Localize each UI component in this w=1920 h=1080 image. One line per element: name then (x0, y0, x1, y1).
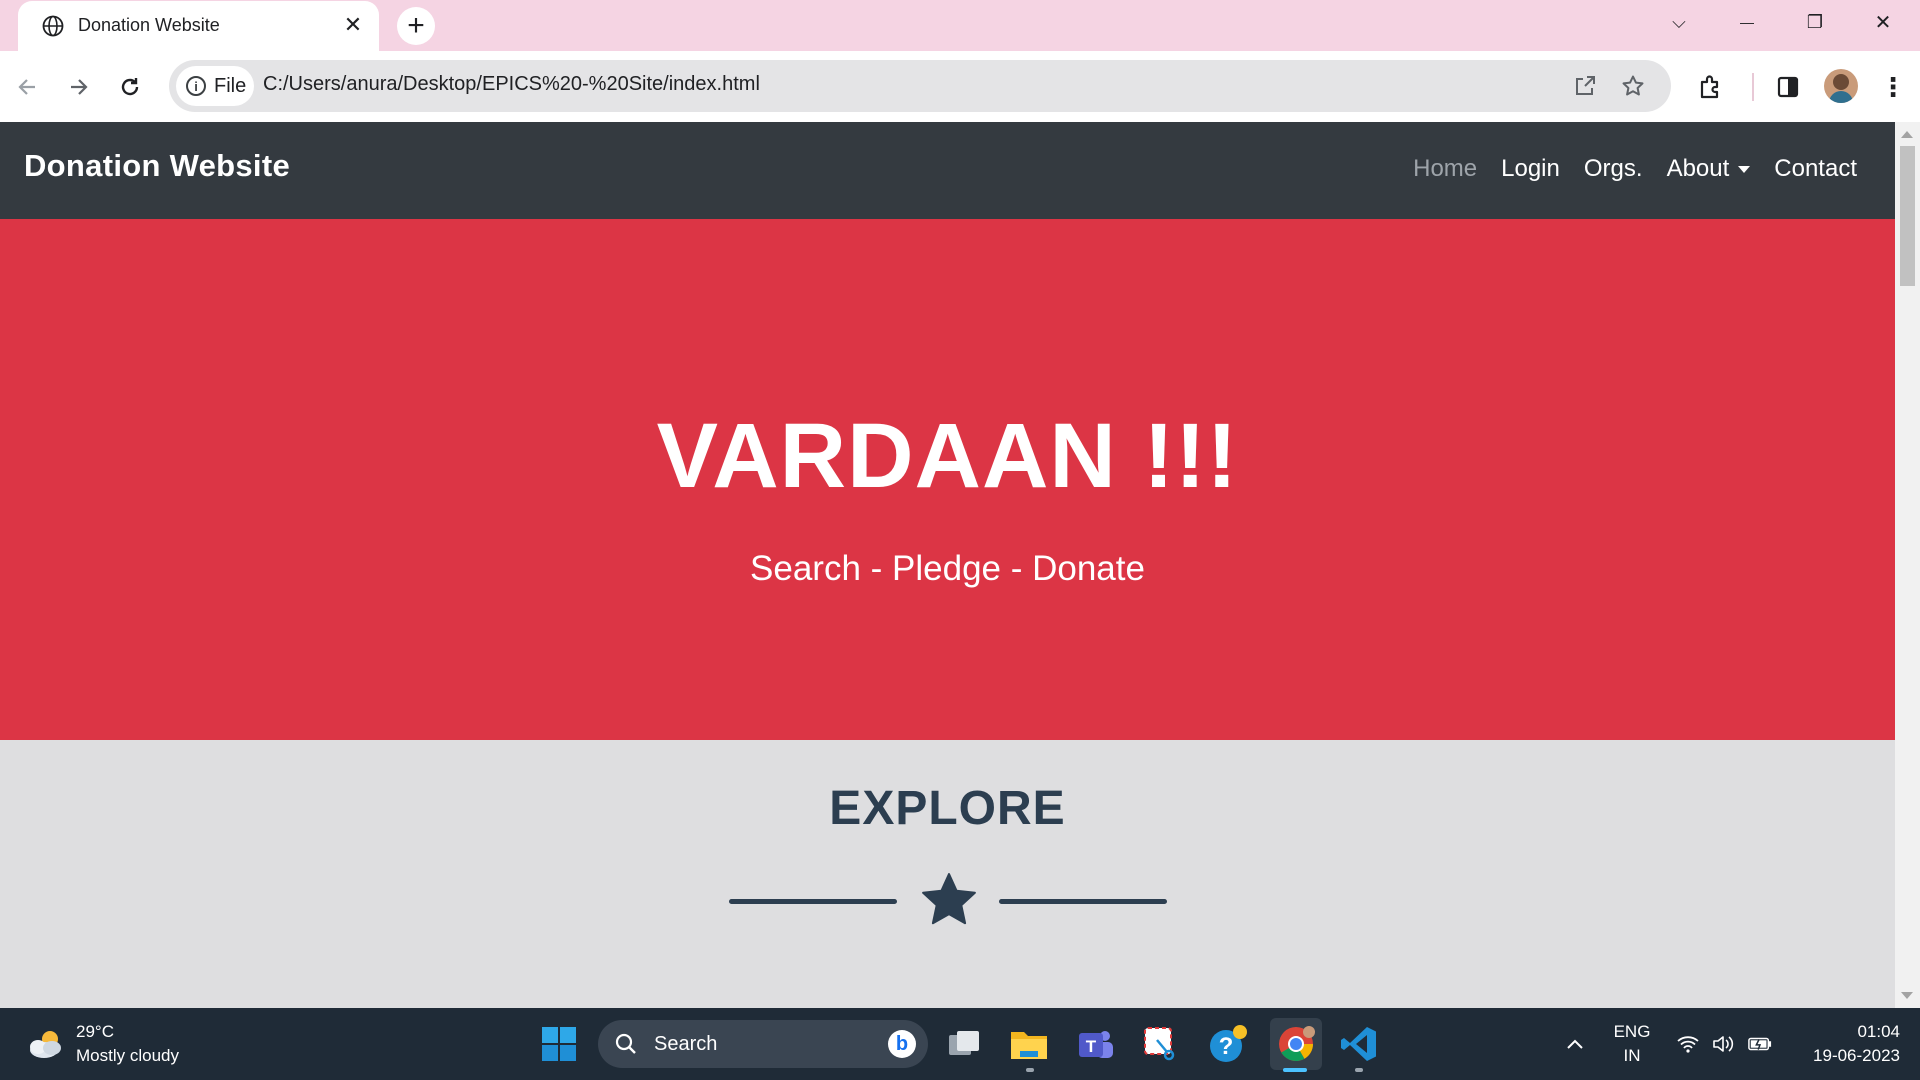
scroll-up-arrow-icon[interactable] (1901, 131, 1913, 138)
side-panel-icon[interactable] (1770, 69, 1806, 105)
vscode-running-indicator (1355, 1068, 1363, 1072)
language-region[interactable]: IN (1612, 1046, 1652, 1066)
bing-icon[interactable]: b (888, 1030, 916, 1058)
star-icon (922, 873, 976, 925)
divider-line-right (999, 899, 1167, 904)
explorer-running-indicator (1026, 1068, 1034, 1072)
page-viewport: Donation Website Home Login Orgs. About … (0, 122, 1895, 1008)
reload-icon[interactable] (113, 70, 147, 104)
profile-avatar[interactable] (1824, 69, 1858, 103)
file-explorer-icon[interactable] (1008, 1023, 1050, 1065)
scroll-thumb[interactable] (1900, 146, 1915, 286)
browser-toolbar: i File C:/Users/anura/Desktop/EPICS%20-%… (0, 51, 1920, 122)
nav-login[interactable]: Login (1501, 155, 1560, 183)
nav-about-label: About (1666, 155, 1730, 182)
clock-time[interactable]: 01:04 (1800, 1022, 1900, 1042)
hero-section: VARDAAN !!! Search - Pledge - Donate (0, 219, 1895, 740)
bookmark-star-icon[interactable] (1619, 72, 1647, 100)
tab-search-icon[interactable]: ⌵ (1656, 4, 1702, 40)
scroll-down-arrow-icon[interactable] (1901, 992, 1913, 999)
wifi-icon[interactable] (1676, 1032, 1700, 1056)
nav-contact[interactable]: Contact (1774, 155, 1857, 183)
new-tab-button[interactable]: + (397, 7, 435, 45)
share-icon[interactable] (1571, 72, 1599, 100)
more-menu-icon[interactable]: ⋮ (1875, 69, 1911, 105)
cloudy-weather-icon[interactable] (26, 1028, 66, 1060)
search-icon (615, 1033, 636, 1054)
url-text[interactable]: C:/Users/anura/Desktop/EPICS%20-%20Site/… (263, 73, 760, 96)
task-view-icon[interactable] (943, 1023, 985, 1065)
address-bar[interactable]: i File C:/Users/anura/Desktop/EPICS%20-%… (169, 60, 1671, 112)
windows-start-icon[interactable] (538, 1023, 580, 1065)
nav-home[interactable]: Home (1413, 155, 1477, 183)
toolbar-divider (1752, 73, 1754, 101)
site-navbar: Donation Website Home Login Orgs. About … (0, 122, 1895, 219)
hero-title: VARDAAN !!! (656, 405, 1239, 507)
back-arrow-icon[interactable] (11, 70, 45, 104)
nav-about-dropdown[interactable]: About (1667, 155, 1751, 183)
caret-down-icon (1738, 165, 1751, 173)
weather-description[interactable]: Mostly cloudy (76, 1046, 179, 1066)
site-info-chip[interactable]: i File (176, 66, 254, 106)
tab-title: Donation Website (78, 15, 220, 35)
info-icon: i (186, 76, 206, 96)
explore-heading: EXPLORE (829, 782, 1066, 835)
hero-subtitle: Search - Pledge - Donate (750, 549, 1145, 588)
divider-line-left (729, 899, 897, 904)
nav-orgs[interactable]: Orgs. (1584, 155, 1643, 183)
svg-text:T: T (1086, 1037, 1097, 1056)
chrome-icon[interactable] (1270, 1018, 1322, 1070)
nav-links: Home Login Orgs. About Contact (1389, 155, 1857, 183)
globe-icon (42, 15, 64, 37)
chevron-up-icon[interactable] (1563, 1032, 1587, 1056)
page-scrollbar[interactable] (1895, 122, 1920, 1008)
teams-icon[interactable]: T (1075, 1023, 1117, 1065)
close-window-button[interactable]: ✕ (1860, 4, 1906, 40)
battery-charging-icon[interactable] (1748, 1032, 1772, 1056)
chrome-active-indicator (1283, 1068, 1307, 1072)
tab-close-icon[interactable]: ✕ (338, 10, 368, 40)
help-icon[interactable]: ? (1207, 1023, 1249, 1065)
restore-button[interactable]: ❐ (1792, 4, 1838, 40)
language-code[interactable]: ENG (1612, 1022, 1652, 1042)
minimize-button[interactable]: — (1724, 4, 1770, 40)
weather-temperature[interactable]: 29°C (76, 1022, 114, 1042)
extensions-puzzle-icon[interactable] (1693, 69, 1729, 105)
snipping-tool-icon[interactable] (1140, 1023, 1182, 1065)
site-info-label: File (214, 74, 247, 97)
forward-arrow-icon[interactable] (61, 70, 95, 104)
search-label: Search (654, 1033, 718, 1055)
svg-text:?: ? (1219, 1033, 1234, 1060)
volume-icon[interactable] (1711, 1032, 1735, 1056)
windows-taskbar: 29°C Mostly cloudy Search b T ? ENG IN 0… (0, 1008, 1920, 1080)
browser-tab-strip: Donation Website ✕ + ⌵ — ❐ ✕ (0, 0, 1920, 51)
vscode-icon[interactable] (1338, 1023, 1380, 1065)
taskbar-search[interactable]: Search b (598, 1020, 928, 1068)
browser-tab[interactable]: Donation Website ✕ (18, 1, 379, 51)
site-brand[interactable]: Donation Website (24, 148, 290, 184)
explore-section: EXPLORE (0, 740, 1895, 1008)
clock-date[interactable]: 19-06-2023 (1790, 1046, 1900, 1066)
